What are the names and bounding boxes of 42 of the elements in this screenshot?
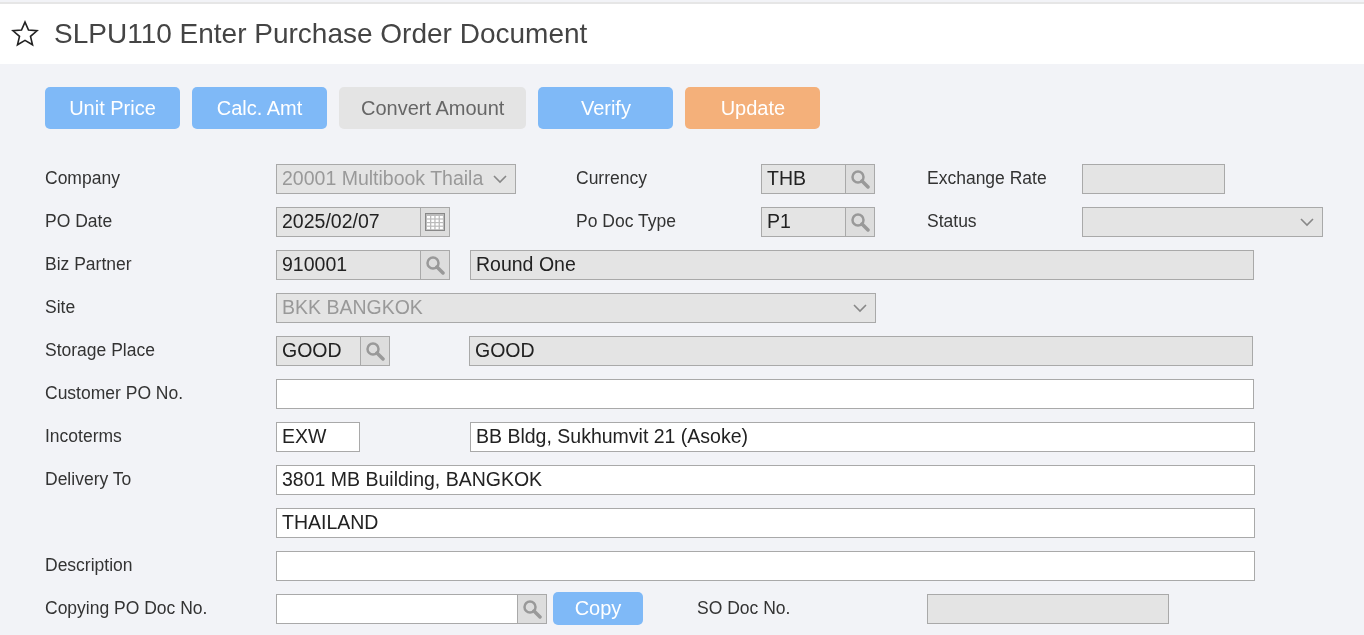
input-field[interactable]: GOOD [469,335,1253,366]
field-label: Site [45,297,77,318]
field-label: Currency [576,168,648,189]
input-field[interactable] [276,550,1255,581]
search-icon [850,168,870,189]
lookup-field[interactable]: THB [761,163,875,194]
field-label: Biz Partner [45,254,133,275]
input-field[interactable]: EXW [276,421,360,452]
field-label: Company [45,168,121,189]
field-label: Copying PO Doc No. [45,598,209,619]
lookup-field[interactable]: P1 [761,206,875,237]
field-label: Delivery To [45,469,133,490]
chevron-down-icon [853,302,867,313]
input-field[interactable] [1082,163,1225,194]
lookup-field[interactable] [276,593,547,624]
search-icon [850,211,870,232]
search-icon [365,340,385,361]
field-label: Description [45,555,134,576]
calendar-icon [425,212,445,231]
input-field[interactable]: Round One [470,249,1254,280]
chevron-down-icon [1300,216,1314,227]
date-field[interactable]: 2025/02/07 [276,206,450,237]
field-label: Status [927,211,978,232]
search-icon [425,254,445,275]
input-field[interactable]: 3801 MB Building, BANGKOK [276,464,1255,495]
search-icon [522,598,542,619]
input-field[interactable] [927,593,1169,624]
input-field[interactable]: BB Bldg, Sukhumvit 21 (Asoke) [470,421,1255,452]
lookup-field[interactable]: 910001 [276,249,450,280]
chevron-down-icon [493,173,507,184]
field-label: Customer PO No. [45,383,185,404]
field-label: SO Doc No. [697,598,792,619]
lookup-field[interactable]: GOOD [276,335,390,366]
star-icon[interactable] [10,19,40,49]
field-label: Exchange Rate [927,168,1048,189]
page-title: SLPU110 Enter Purchase Order Document [54,18,588,50]
field-label: Po Doc Type [576,211,677,232]
field-label: PO Date [45,211,114,232]
field-label: Storage Place [45,340,156,361]
input-field[interactable]: THAILAND [276,507,1255,538]
input-field[interactable] [276,378,1254,409]
field-label: Incoterms [45,426,123,447]
